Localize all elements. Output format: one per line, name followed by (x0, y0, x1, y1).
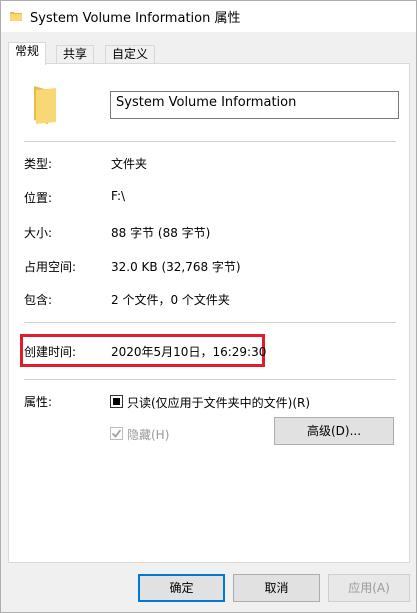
divider (24, 141, 396, 142)
attributes-label: 属性: (24, 395, 53, 409)
hidden-checkbox[interactable] (110, 427, 123, 440)
properties-dialog: System Volume Information 属性 常规 共享 自定义 S… (0, 0, 417, 613)
type-value: 文件夹 (111, 157, 148, 171)
divider (24, 322, 396, 323)
location-label: 位置: (24, 191, 53, 205)
folder-icon (9, 9, 23, 23)
advanced-button[interactable]: 高级(D)... (274, 417, 394, 445)
tab-bar: 常规 共享 自定义 (1, 32, 416, 65)
ok-button[interactable]: 确定 (138, 574, 225, 602)
cancel-button[interactable]: 取消 (233, 574, 320, 602)
title-bar[interactable]: System Volume Information 属性 (1, 1, 416, 32)
contains-value: 2 个文件，0 个文件夹 (111, 293, 230, 307)
readonly-label: 只读(仅应用于文件夹中的文件)(R) (127, 396, 311, 410)
general-panel: System Volume Information 类型: 文件夹 位置: F:… (8, 63, 410, 563)
tab-customize[interactable]: 自定义 (105, 45, 156, 64)
checkmark-icon (111, 429, 122, 438)
size-value: 88 字节 (88 字节) (111, 226, 211, 240)
created-value: 2020年5月10日，16:29:30 (111, 345, 267, 359)
created-label: 创建时间: (24, 345, 77, 359)
apply-button[interactable]: 应用(A) (328, 574, 410, 602)
divider (24, 379, 396, 380)
tab-general[interactable]: 常规 (8, 42, 47, 65)
location-value: F:\ (111, 189, 126, 203)
name-input[interactable]: System Volume Information (110, 91, 399, 119)
type-label: 类型: (24, 157, 53, 171)
indeterminate-mark-icon (113, 398, 120, 405)
window-title: System Volume Information 属性 (30, 11, 241, 26)
size-label: 大小: (24, 226, 53, 240)
hidden-label: 隐藏(H) (127, 428, 170, 442)
size-on-disk-label: 占用空间: (24, 260, 77, 274)
size-on-disk-value: 32.0 KB (32,768 字节) (111, 260, 241, 274)
folder-icon (32, 84, 58, 126)
contains-label: 包含: (24, 293, 53, 307)
tab-sharing[interactable]: 共享 (56, 45, 95, 64)
readonly-checkbox[interactable] (110, 395, 123, 408)
